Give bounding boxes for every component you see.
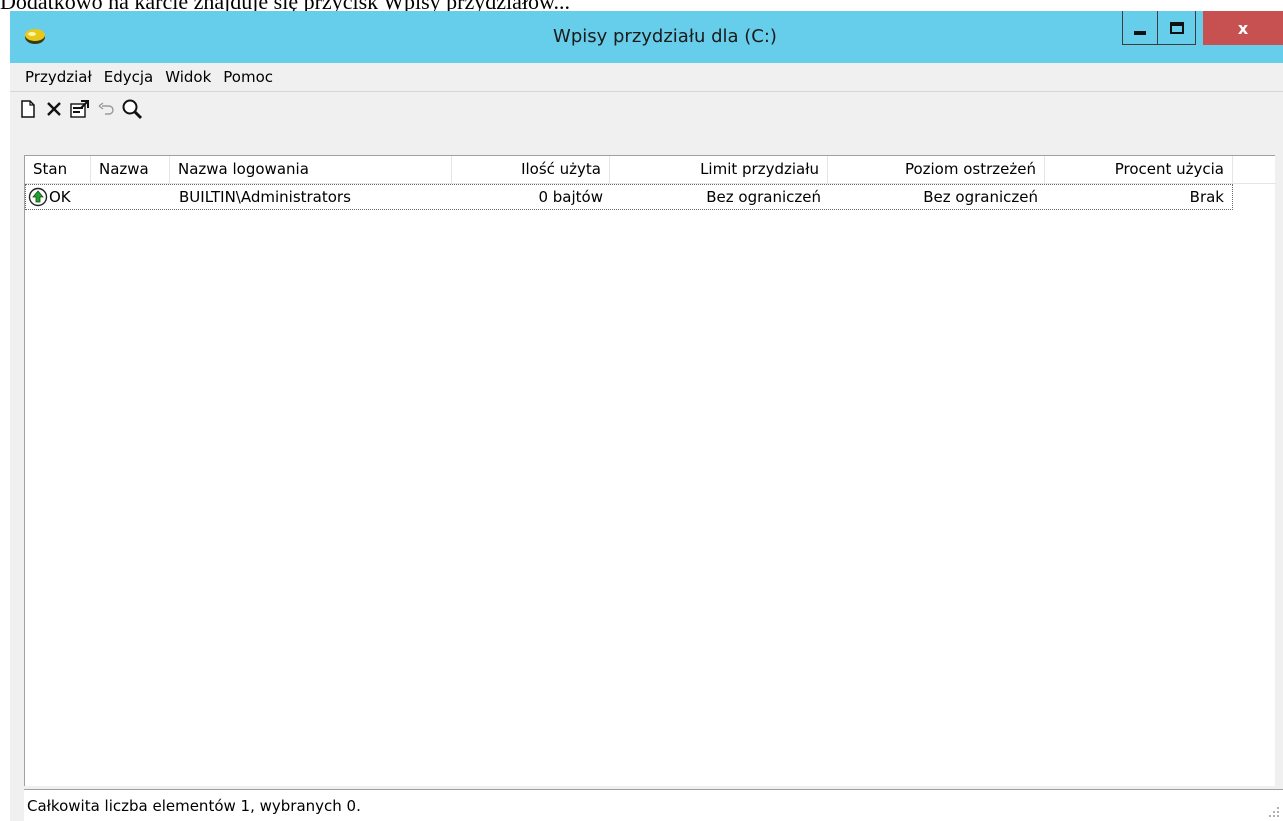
table-row[interactable]: OK BUILTIN\Administrators 0 bajtów Bez o… [25, 184, 1233, 210]
delete-quota-entry-button[interactable] [42, 97, 66, 121]
amount-used-cell: 0 bajtów [538, 188, 603, 206]
find-icon [122, 99, 143, 119]
status-text: OK [49, 188, 71, 206]
column-header-row: Stan Nazwa Nazwa logowania Ilość użyta L… [25, 156, 1276, 184]
new-quota-entry-button[interactable] [16, 97, 40, 121]
column-header-nazwa[interactable]: Nazwa [91, 156, 170, 184]
column-header-ilosc-uzyta[interactable]: Ilość użyta [452, 156, 610, 184]
new-document-icon [21, 99, 35, 118]
window-client-area: Przydział Edycja Widok Pomoc Stan Nazwa … [10, 63, 1283, 821]
minimize-icon [1134, 30, 1146, 35]
warning-level-cell: Bez ograniczeń [923, 188, 1038, 206]
toolbar [10, 91, 1283, 125]
menu-widok[interactable]: Widok [165, 68, 211, 86]
close-button[interactable]: x [1203, 11, 1283, 45]
ok-arrow-icon [28, 187, 48, 207]
status-cell: OK [26, 187, 92, 207]
menu-bar: Przydział Edycja Widok Pomoc [10, 63, 1283, 91]
status-bar-text: Całkowita liczba elementów 1, wybranych … [27, 796, 361, 815]
properties-icon [70, 99, 89, 118]
logon-name-cell: BUILTIN\Administrators [179, 188, 351, 206]
column-header-poziom-ostrzezen[interactable]: Poziom ostrzeżeń [828, 156, 1045, 184]
resize-grip-icon[interactable] [1269, 807, 1279, 817]
close-icon: x [1237, 18, 1249, 38]
column-header-nazwa-logowania[interactable]: Nazwa logowania [170, 156, 452, 184]
percent-used-cell: Brak [1189, 188, 1224, 206]
maximize-button[interactable] [1158, 11, 1196, 45]
quota-limit-cell: Bez ograniczeń [706, 188, 821, 206]
delete-icon [47, 101, 61, 116]
undo-button[interactable] [94, 97, 118, 121]
undo-icon [98, 101, 114, 115]
column-header-procent-uzycia[interactable]: Procent użycia [1045, 156, 1233, 184]
properties-button[interactable] [68, 97, 92, 121]
menu-edycja[interactable]: Edycja [104, 68, 153, 86]
window-title: Wpisy przydziału dla (C:) [553, 26, 777, 47]
column-header-stan[interactable]: Stan [25, 156, 91, 184]
status-bar: Całkowita liczba elementów 1, wybranych … [24, 789, 1283, 821]
column-header-limit-przydzialu[interactable]: Limit przydziału [610, 156, 828, 184]
menu-przydzial[interactable]: Przydział [25, 68, 92, 86]
quota-entries-list[interactable]: Stan Nazwa Nazwa logowania Ilość użyta L… [24, 155, 1276, 786]
title-bar[interactable]: Wpisy przydziału dla (C:) x [10, 11, 1283, 63]
maximize-icon [1169, 21, 1184, 34]
minimize-button[interactable] [1122, 11, 1158, 45]
menu-pomoc[interactable]: Pomoc [223, 68, 273, 86]
find-button[interactable] [120, 97, 144, 121]
quota-entries-window: Wpisy przydziału dla (C:) x Przydział Ed… [10, 11, 1283, 821]
